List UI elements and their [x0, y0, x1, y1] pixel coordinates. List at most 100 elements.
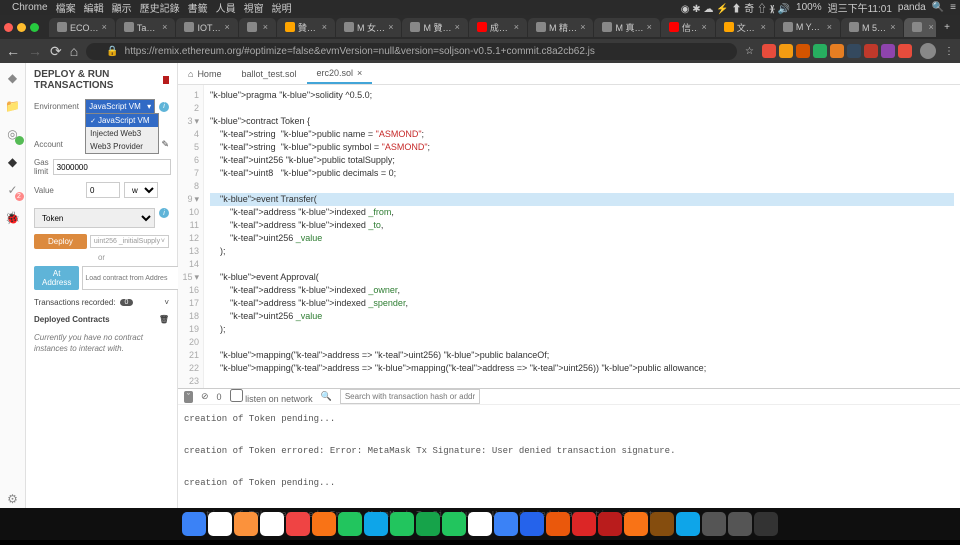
- dock-app-icon[interactable]: [416, 512, 440, 536]
- deploy-args-input[interactable]: uint256 _initialSupply˅: [90, 235, 169, 248]
- panel-link-icon[interactable]: [163, 76, 169, 84]
- browser-tab[interactable]: 文章總覽×: [716, 18, 774, 37]
- browser-tab[interactable]: M 精選案例×: [528, 18, 593, 37]
- dock-app-icon[interactable]: [598, 512, 622, 536]
- browser-tab[interactable]: M 5分鐘創×: [841, 18, 904, 37]
- extension-icons[interactable]: [762, 44, 912, 58]
- url-text: https://remix.ethereum.org/#optimize=fal…: [125, 46, 595, 57]
- user-name[interactable]: panda: [898, 2, 926, 13]
- env-option-web3[interactable]: Web3 Provider: [86, 140, 158, 153]
- dock-app-icon[interactable]: [728, 512, 752, 536]
- star-icon[interactable]: ☆: [745, 46, 754, 57]
- browser-tab[interactable]: ×: [904, 18, 936, 37]
- at-address-button[interactable]: At Address: [34, 266, 79, 290]
- value-unit-select[interactable]: wei: [124, 182, 158, 198]
- dock-app-icon[interactable]: [442, 512, 466, 536]
- dock-app-icon[interactable]: [312, 512, 336, 536]
- info-icon[interactable]: i: [159, 208, 169, 218]
- analysis-icon[interactable]: ✓2: [4, 181, 22, 199]
- browser-tab[interactable]: Tangle 台×: [116, 18, 176, 37]
- dock-app-icon[interactable]: [754, 512, 778, 536]
- status-icons[interactable]: ◉ ✱ ☁ ⚡ ⬆ 奇 ⇧ ᚕ 🔊: [681, 0, 790, 15]
- trash-icon[interactable]: 🗑: [159, 315, 169, 324]
- close-icon[interactable]: ×: [357, 68, 362, 78]
- edit-icon[interactable]: ✎: [161, 139, 169, 150]
- browser-tab[interactable]: 信聯•聯×: [661, 18, 715, 37]
- or-text: or: [34, 253, 169, 262]
- environment-dropdown[interactable]: JavaScript VM▾ JavaScript VM Injected We…: [85, 99, 155, 114]
- listen-toggle[interactable]: listen on network: [230, 389, 313, 404]
- profile-avatar[interactable]: [920, 43, 936, 59]
- app-name[interactable]: Chrome: [12, 2, 48, 13]
- editor-area: ⌂Home ballot_test.sol erc20.sol× 123▾456…: [178, 63, 960, 508]
- address-bar[interactable]: 🔒 https://remix.ethereum.org/#optimize=f…: [86, 43, 737, 60]
- file-tab-erc20[interactable]: erc20.sol×: [307, 64, 373, 84]
- dock-app-icon[interactable]: [364, 512, 388, 536]
- remix-logo-icon[interactable]: ◆: [4, 69, 22, 87]
- dock-app-icon[interactable]: [520, 512, 544, 536]
- at-address-input[interactable]: [82, 266, 179, 290]
- contract-select[interactable]: Token: [34, 208, 155, 228]
- value-input[interactable]: [86, 182, 120, 198]
- env-option-injected[interactable]: Injected Web3: [86, 127, 158, 140]
- dock-app-icon[interactable]: [182, 512, 206, 536]
- dock-app-icon[interactable]: [650, 512, 674, 536]
- browser-tab[interactable]: M 真狂野資×: [594, 18, 659, 37]
- terminal: ˇ ⊘ 0 listen on network 🔍 creation of To…: [178, 388, 960, 508]
- reload-button[interactable]: ⟳: [50, 43, 62, 60]
- chevron-down-icon[interactable]: ˅: [164, 298, 169, 307]
- macos-dock[interactable]: [0, 508, 960, 540]
- dock-app-icon[interactable]: [494, 512, 518, 536]
- browser-tab[interactable]: M 贊助企劃×: [402, 18, 467, 37]
- back-button[interactable]: ←: [6, 43, 20, 59]
- chrome-toolbar: ← → ⟳ ⌂ 🔒 https://remix.ethereum.org/#op…: [0, 39, 960, 63]
- deployed-header: Deployed Contracts: [34, 315, 110, 324]
- tx-count-badge: 0: [120, 299, 134, 306]
- file-tab-ballot[interactable]: ballot_test.sol: [231, 65, 306, 83]
- home-button[interactable]: ⌂: [70, 43, 78, 59]
- new-tab-button[interactable]: +: [938, 22, 956, 33]
- search-icon[interactable]: 🔍: [932, 2, 944, 13]
- code-editor[interactable]: 123▾456789▾101112131415▾1617181920212223…: [178, 85, 960, 388]
- dock-app-icon[interactable]: [702, 512, 726, 536]
- dock-app-icon[interactable]: [260, 512, 284, 536]
- menu-icon[interactable]: ≡: [950, 2, 956, 13]
- dock-app-icon[interactable]: [208, 512, 232, 536]
- deploy-icon[interactable]: ◆: [4, 153, 22, 171]
- env-option-jsvm[interactable]: JavaScript VM: [86, 114, 158, 127]
- browser-tab[interactable]: M 女巫攻擊×: [336, 18, 401, 37]
- dock-app-icon[interactable]: [338, 512, 362, 536]
- dock-app-icon[interactable]: [468, 512, 492, 536]
- deploy-button[interactable]: Deploy: [34, 234, 87, 249]
- home-icon: ⌂: [188, 69, 193, 79]
- dock-app-icon[interactable]: [546, 512, 570, 536]
- window-traffic-lights[interactable]: [4, 23, 39, 32]
- file-explorer-icon[interactable]: 📁: [4, 97, 22, 115]
- terminal-toggle-icon[interactable]: ˇ: [184, 391, 193, 403]
- browser-tab[interactable]: 成功大學×: [469, 18, 527, 37]
- environment-dropdown-menu[interactable]: JavaScript VM Injected Web3 Web3 Provide…: [85, 113, 159, 154]
- macos-menubar[interactable]: Chrome 檔案 編輯 顯示 歷史記錄 書籤 人員 視窗 說明 ◉ ✱ ☁ ⚡…: [0, 0, 960, 15]
- compiler-icon[interactable]: ◎: [4, 125, 22, 143]
- browser-tab[interactable]: ECO貸款中×: [49, 18, 115, 37]
- browser-tab[interactable]: IOTA 簡介×: [176, 18, 237, 37]
- dock-app-icon[interactable]: [572, 512, 596, 536]
- dock-app-icon[interactable]: [624, 512, 648, 536]
- chrome-menu-icon[interactable]: ⋮: [944, 46, 954, 57]
- settings-gear-icon[interactable]: ⚙: [4, 490, 22, 508]
- gas-input[interactable]: [53, 159, 171, 175]
- info-icon[interactable]: i: [159, 102, 169, 112]
- dock-app-icon[interactable]: [390, 512, 414, 536]
- browser-tab[interactable]: M Your stor×: [775, 18, 840, 37]
- browser-tab[interactable]: M×: [239, 18, 276, 37]
- search-icon[interactable]: 🔍: [321, 391, 332, 402]
- dock-app-icon[interactable]: [286, 512, 310, 536]
- terminal-clear-icon[interactable]: ⊘: [201, 391, 209, 402]
- browser-tab[interactable]: 贊助轉移×: [277, 18, 335, 37]
- home-tab[interactable]: ⌂Home: [178, 65, 231, 83]
- dock-app-icon[interactable]: [234, 512, 258, 536]
- debugger-icon[interactable]: 🐞: [4, 209, 22, 227]
- dock-app-icon[interactable]: [676, 512, 700, 536]
- forward-button[interactable]: →: [28, 43, 42, 59]
- terminal-search-input[interactable]: [340, 389, 480, 404]
